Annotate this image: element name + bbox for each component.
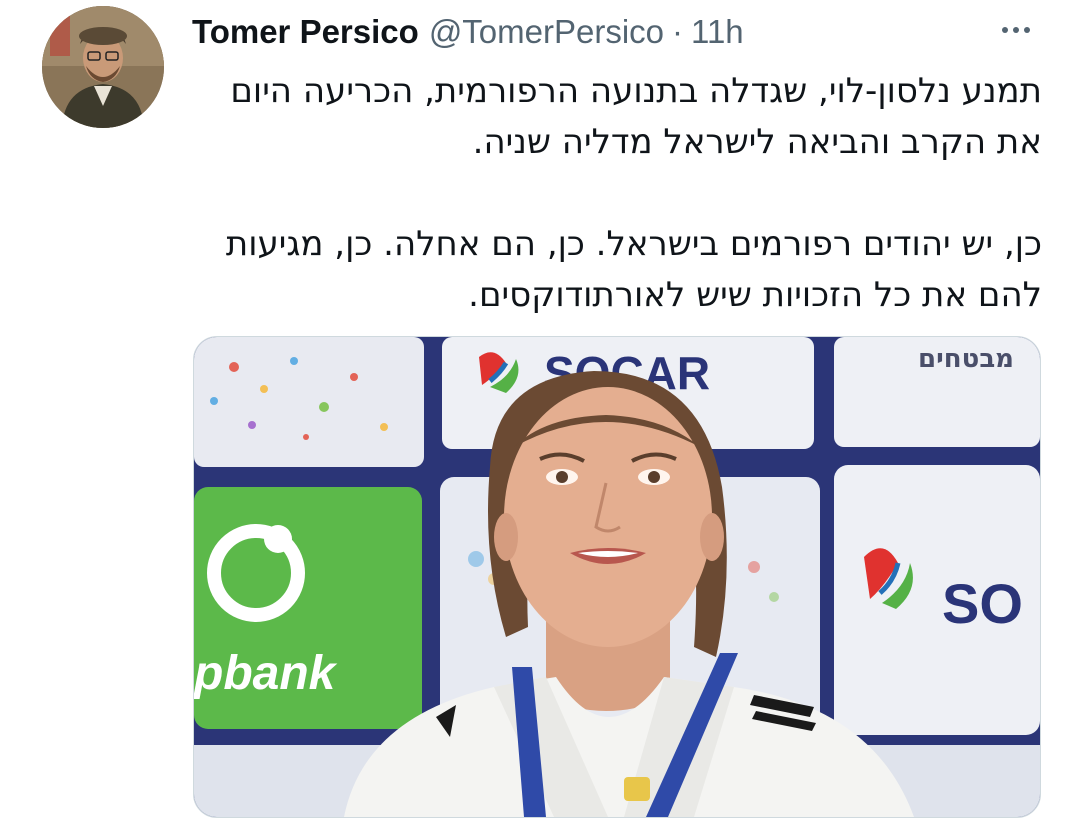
sponsor-text-bank: pbank [194,647,338,700]
tweet-text-line: כן, יש יהודים רפורמים בישראל. כן, הם אחל… [225,224,1042,264]
tweet-photo[interactable]: SOCAR מבטחים pbank SO [193,336,1041,818]
tweet-header: Tomer Persico @TomerPersico · 11h [192,10,1050,54]
author-name[interactable]: Tomer Persico [192,13,419,51]
sponsor-text-socar-right: SO [942,572,1023,635]
tweet-text-line: תמנע נלסון-לוי, שגדלה בתנועה הרפורמית, ה… [230,71,1042,111]
tweet-text: תמנע נלסון-לוי, שגדלה בתנועה הרפורמית, ה… [192,66,1042,321]
tweet-timestamp[interactable]: 11h [691,13,744,51]
more-horizontal-icon [1002,27,1008,33]
author-handle[interactable]: @TomerPersico [429,13,664,51]
author-avatar[interactable] [42,6,164,128]
separator-dot: · [672,13,684,50]
tweet-text-line: להם את כל הזכויות שיש לאורתודוקסים. [468,275,1042,315]
sponsor-text-hebrew: מבטחים [918,344,1014,374]
tweet-text-line: את הקרב והביאה לישראל מדליה שניה. [472,122,1042,162]
more-options-button[interactable] [996,12,1036,48]
